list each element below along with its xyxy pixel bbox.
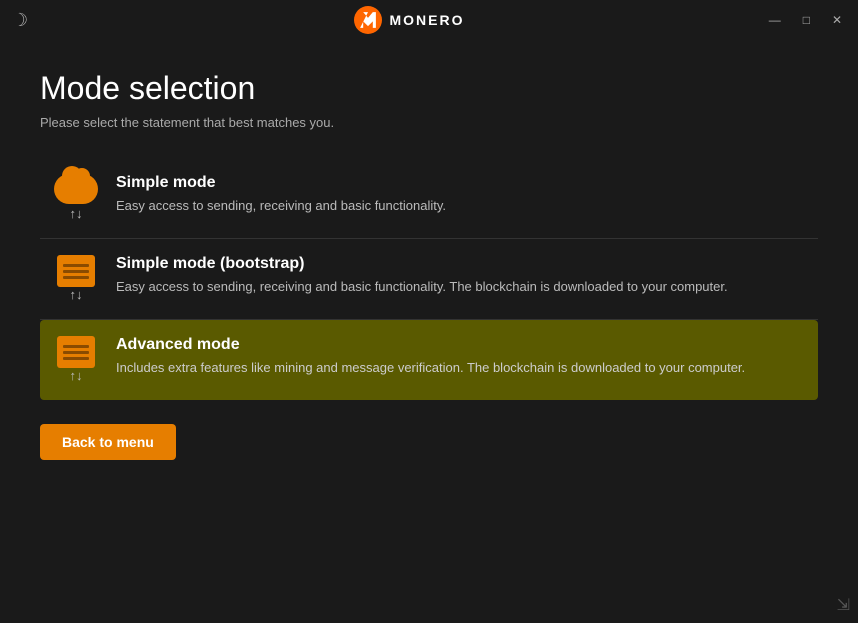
up-down-arrows-bootstrap-icon: ↑↓ xyxy=(70,287,83,303)
arrows-group: ↑↓ xyxy=(70,206,83,222)
simple-mode-text: Simple mode Easy access to sending, rece… xyxy=(116,174,806,216)
app-title: MONERO xyxy=(390,12,465,28)
page-subtitle: Please select the statement that best ma… xyxy=(40,115,818,130)
moon-icon: ☽ xyxy=(12,10,28,31)
simple-bootstrap-mode-desc: Easy access to sending, receiving and ba… xyxy=(116,277,806,297)
simple-bootstrap-mode-icon: ↑↓ xyxy=(52,255,100,303)
simple-bootstrap-mode-text: Simple mode (bootstrap) Easy access to s… xyxy=(116,255,806,297)
cloud-icon xyxy=(54,174,98,204)
simple-mode-icon: ↑↓ xyxy=(52,174,100,222)
up-down-arrows-advanced-icon: ↑↓ xyxy=(70,368,83,384)
simple-mode-name: Simple mode xyxy=(116,174,806,192)
simple-mode-item[interactable]: ↑↓ Simple mode Easy access to sending, r… xyxy=(40,158,818,239)
titlebar-controls: — □ ✕ xyxy=(766,11,846,29)
db-line-adv-3 xyxy=(63,357,89,360)
titlebar: ☽ MONERO — □ ✕ xyxy=(0,0,858,40)
resize-handle-icon: ⇲ xyxy=(837,595,850,615)
titlebar-center: MONERO xyxy=(354,6,465,34)
db-line-2 xyxy=(63,270,89,273)
back-to-menu-button[interactable]: Back to menu xyxy=(40,424,176,460)
db-icon-bootstrap xyxy=(57,255,95,287)
close-button[interactable]: ✕ xyxy=(828,11,846,29)
simple-mode-desc: Easy access to sending, receiving and ba… xyxy=(116,196,806,216)
monero-logo-icon xyxy=(354,6,382,34)
advanced-mode-name: Advanced mode xyxy=(116,336,806,354)
titlebar-left: ☽ xyxy=(12,10,52,31)
simple-bootstrap-mode-name: Simple mode (bootstrap) xyxy=(116,255,806,273)
advanced-mode-desc: Includes extra features like mining and … xyxy=(116,358,806,378)
advanced-mode-item[interactable]: ↑↓ Advanced mode Includes extra features… xyxy=(40,320,818,400)
advanced-mode-icon: ↑↓ xyxy=(52,336,100,384)
db-line-1 xyxy=(63,264,89,267)
page-title: Mode selection xyxy=(40,70,818,107)
db-line-adv-2 xyxy=(63,351,89,354)
simple-bootstrap-mode-item[interactable]: ↑↓ Simple mode (bootstrap) Easy access t… xyxy=(40,239,818,320)
arrows-group-bootstrap: ↑↓ xyxy=(70,287,83,303)
arrows-group-advanced: ↑↓ xyxy=(70,368,83,384)
minimize-button[interactable]: — xyxy=(765,11,785,29)
db-line-3 xyxy=(63,276,89,279)
db-icon-advanced xyxy=(57,336,95,368)
maximize-button[interactable]: □ xyxy=(799,11,814,29)
db-line-adv-1 xyxy=(63,345,89,348)
advanced-mode-text: Advanced mode Includes extra features li… xyxy=(116,336,806,378)
main-content: Mode selection Please select the stateme… xyxy=(0,40,858,490)
up-down-arrows-icon: ↑↓ xyxy=(70,206,83,222)
